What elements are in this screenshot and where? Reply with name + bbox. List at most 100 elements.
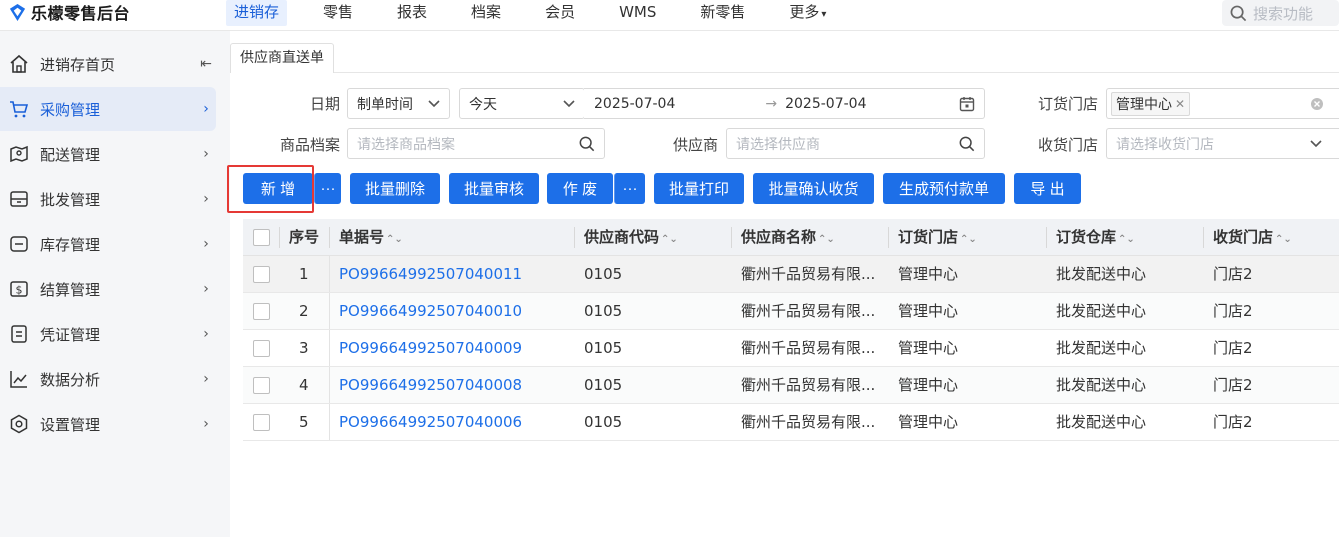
generate-prepayment-button[interactable]: 生成预付款单 (883, 173, 1005, 204)
header-doc-no[interactable]: 单据号 ⌃⌄ (339, 219, 403, 256)
search-icon[interactable] (579, 136, 595, 152)
chevron-down-icon (1310, 139, 1322, 148)
settlement-icon: $ (8, 278, 30, 300)
search-placeholder: 搜索功能 (1253, 4, 1314, 23)
app-logo[interactable]: 乐檬零售后台 (8, 0, 130, 24)
arrow-right-icon: → (765, 95, 778, 112)
date-range-picker[interactable]: 2025-07-04 → 2025-07-04 (584, 88, 985, 119)
sidebar-item-home[interactable]: 进销存首页 ⇤ (0, 42, 216, 86)
row-checkbox[interactable] (253, 266, 270, 283)
collapse-sidebar-icon[interactable]: ⇤ (196, 56, 216, 72)
chevron-right-icon: › (203, 416, 209, 432)
sidebar-item-purchase[interactable]: 采购管理 › (0, 87, 216, 131)
chevron-right-icon: › (203, 371, 209, 387)
nav-item-inventory[interactable]: 进销存 (226, 0, 288, 26)
function-search[interactable]: 搜索功能 (1222, 0, 1339, 26)
chevron-right-icon: › (203, 326, 209, 342)
sort-icon: ⌃⌄ (386, 234, 403, 245)
nav-item-reports[interactable]: 报表 (389, 0, 435, 26)
home-icon (8, 53, 30, 75)
calendar-icon[interactable] (959, 96, 975, 112)
search-icon (1230, 5, 1247, 21)
clear-icon[interactable] (1310, 97, 1324, 111)
order-store-label: 订货门店 (1037, 95, 1098, 113)
tab-supplier-direct-order[interactable]: 供应商直送单 (230, 43, 334, 73)
sidebar-item-wholesale[interactable]: 批发管理 › (0, 177, 216, 221)
sidebar-item-settlement[interactable]: $ 结算管理 › (0, 267, 216, 311)
sort-icon: ⌃⌄ (960, 234, 977, 245)
header-order-warehouse[interactable]: 订货仓库 ⌃⌄ (1056, 219, 1135, 256)
doc-no-link[interactable]: PO99664992507040011 (339, 256, 522, 293)
supplier-input[interactable]: 请选择供应商 (726, 128, 985, 159)
doc-no-link[interactable]: PO99664992507040010 (339, 293, 522, 330)
sidebar-item-delivery[interactable]: 配送管理 › (0, 132, 216, 176)
batch-confirm-receipt-button[interactable]: 批量确认收货 (753, 173, 874, 204)
header-receive-store[interactable]: 收货门店 ⌃⌄ (1213, 219, 1292, 256)
header-order-store[interactable]: 订货门店 ⌃⌄ (898, 219, 977, 256)
nav-item-new-retail[interactable]: 新零售 (692, 0, 753, 26)
sidebar-item-settings[interactable]: 设置管理 › (0, 402, 216, 446)
header-supplier-code[interactable]: 供应商代码 ⌃⌄ (584, 219, 678, 256)
select-all-checkbox[interactable] (253, 229, 270, 246)
sidebar-item-voucher[interactable]: 凭证管理 › (0, 312, 216, 356)
supplier-label: 供应商 (672, 136, 718, 154)
row-checkbox[interactable] (253, 377, 270, 394)
nav-item-archive[interactable]: 档案 (463, 0, 509, 26)
header-index: 序号 (289, 228, 320, 246)
order-store-select[interactable]: 管理中心 ✕ (1106, 88, 1339, 119)
chevron-down-icon (563, 99, 575, 108)
row-checkbox[interactable] (253, 340, 270, 357)
sidebar: 进销存首页 ⇤ 采购管理 › 配送管理 › 批发管理 › 库存管理 › $ 结算… (0, 31, 230, 537)
row-checkbox[interactable] (253, 414, 270, 431)
app-title: 乐檬零售后台 (31, 4, 131, 23)
sidebar-item-inventory[interactable]: 库存管理 › (0, 222, 216, 266)
date-start[interactable]: 2025-07-04 (594, 96, 675, 112)
table-row[interactable]: 1 PO99664992507040011 0105 衢州千品贸易有限... 管… (243, 256, 1339, 293)
close-icon[interactable]: ✕ (1175, 97, 1185, 111)
table-body: 1 PO99664992507040011 0105 衢州千品贸易有限... 管… (243, 256, 1339, 441)
product-input[interactable]: 请选择商品档案 (347, 128, 605, 159)
wholesale-icon (8, 188, 30, 210)
nav-item-retail[interactable]: 零售 (315, 0, 361, 26)
caret-down-icon: ▾ (821, 9, 827, 20)
receive-store-select[interactable]: 请选择收货门店 (1106, 128, 1339, 159)
batch-delete-button[interactable]: 批量删除 (350, 173, 440, 204)
chevron-right-icon: › (203, 101, 209, 117)
map-icon (8, 143, 30, 165)
sidebar-item-analytics[interactable]: 数据分析 › (0, 357, 216, 401)
table-row[interactable]: 4 PO99664992507040008 0105 衢州千品贸易有限... 管… (243, 367, 1339, 404)
export-button[interactable]: 导 出 (1014, 173, 1081, 204)
date-range-select[interactable]: 今天 (459, 88, 585, 119)
nav-item-wms[interactable]: WMS (611, 0, 664, 26)
void-more-button[interactable]: ··· (614, 173, 645, 204)
product-label: 商品档案 (279, 136, 340, 154)
header-supplier-name[interactable]: 供应商名称 ⌃⌄ (741, 219, 835, 256)
add-more-button[interactable]: ··· (314, 173, 341, 204)
doc-no-link[interactable]: PO99664992507040006 (339, 404, 522, 441)
add-button[interactable]: 新 增 (243, 173, 313, 204)
table-row[interactable]: 2 PO99664992507040010 0105 衢州千品贸易有限... 管… (243, 293, 1339, 330)
sort-icon: ⌃⌄ (1118, 234, 1135, 245)
date-end[interactable]: 2025-07-04 (785, 96, 866, 112)
batch-print-button[interactable]: 批量打印 (654, 173, 744, 204)
chevron-right-icon: › (203, 236, 209, 252)
order-store-tag: 管理中心 ✕ (1111, 91, 1191, 116)
date-type-select[interactable]: 制单时间 (347, 88, 450, 119)
table-row[interactable]: 3 PO99664992507040009 0105 衢州千品贸易有限... 管… (243, 330, 1339, 367)
table-row[interactable]: 5 PO99664992507040006 0105 衢州千品贸易有限... 管… (243, 404, 1339, 441)
main-content: 供应商直送单 日期 制单时间 今天 2025-07-04 → 2025-07-0… (227, 31, 1339, 537)
logo-icon (9, 3, 26, 21)
nav-item-member[interactable]: 会员 (537, 0, 583, 26)
doc-no-link[interactable]: PO99664992507040008 (339, 367, 522, 404)
batch-audit-button[interactable]: 批量审核 (449, 173, 539, 204)
sort-icon: ⌃⌄ (661, 234, 678, 245)
nav-item-more[interactable]: 更多 ▾ (781, 0, 834, 26)
receive-store-label: 收货门店 (1037, 136, 1098, 154)
doc-no-link[interactable]: PO99664992507040009 (339, 330, 522, 367)
date-label: 日期 (309, 95, 340, 113)
void-button[interactable]: 作 废 (547, 173, 613, 204)
voucher-icon (8, 323, 30, 345)
orders-table: 序号 单据号 ⌃⌄ 供应商代码 ⌃⌄ 供应商名称 ⌃⌄ 订货门店 ⌃⌄ 订货仓库 ⌃⌄ 收… (243, 219, 1339, 441)
search-icon[interactable] (959, 136, 975, 152)
row-checkbox[interactable] (253, 303, 270, 320)
